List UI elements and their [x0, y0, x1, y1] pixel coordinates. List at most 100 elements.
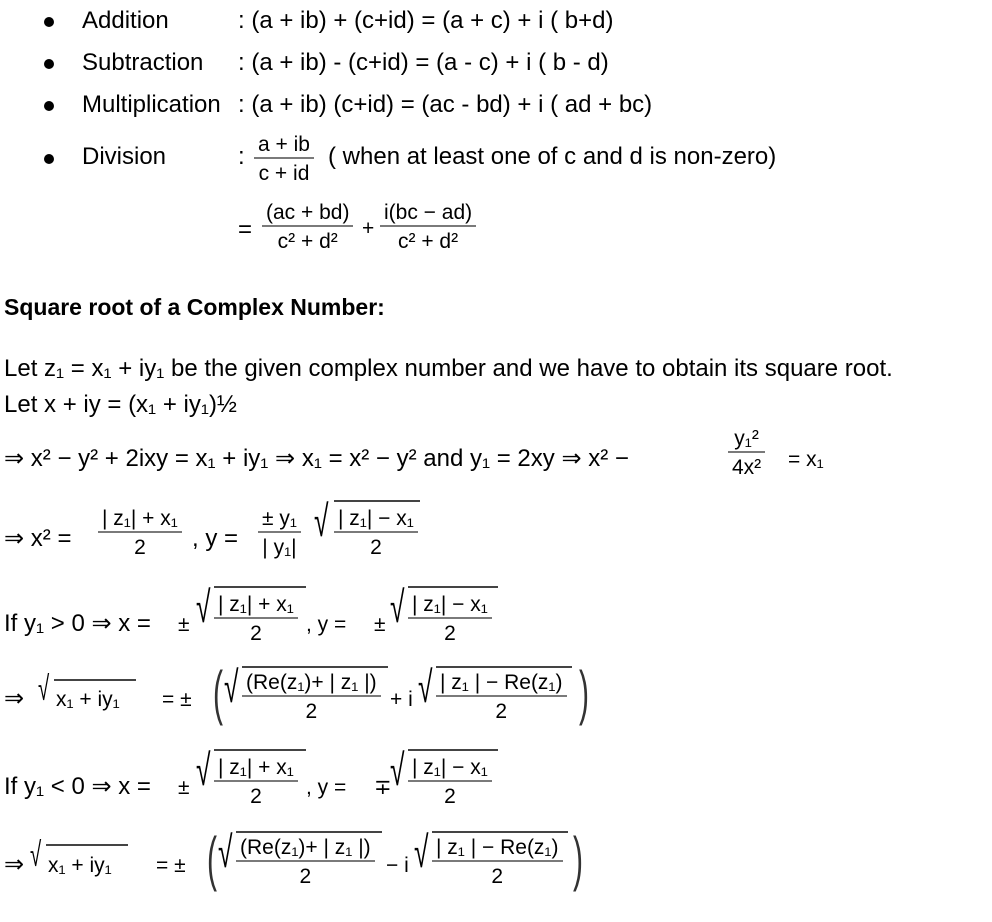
- case-condition: If y₁ > 0 ⇒ x =: [4, 610, 151, 637]
- result-fraction-2: i(bc − ad) c² + d²: [380, 201, 477, 253]
- sqrt-overline: [54, 679, 136, 681]
- operation-label: Division: [82, 143, 167, 170]
- result-equals: = ±: [162, 688, 192, 711]
- operation-label: Multiplication: [82, 91, 221, 118]
- right-paren: ): [578, 659, 589, 726]
- fraction-denominator: 2: [495, 699, 508, 723]
- y-prefix: , y =: [192, 525, 239, 552]
- operator: + i: [390, 688, 413, 711]
- sqrt-icon: √: [196, 583, 211, 632]
- fraction-denominator: 2: [134, 535, 146, 559]
- operation-formula: : (a + ib) (c+id) = (ac - bd) + i ( ad +…: [238, 91, 653, 118]
- x-sign: ±: [178, 776, 190, 799]
- sqrt-icon: √: [196, 746, 211, 795]
- plus-sign: +: [362, 217, 375, 240]
- bullet-icon: [44, 101, 54, 111]
- derivation-rhs: = x₁: [788, 448, 824, 471]
- imag-part-fraction: | z₁ | − Re(z₁) 2: [432, 837, 563, 887]
- y-sign: ∓: [374, 776, 392, 799]
- result-equals: = ±: [156, 854, 186, 877]
- section-heading: Square root of a Complex Number:: [4, 294, 385, 320]
- fraction-denominator: 2: [299, 864, 312, 888]
- fraction-numerator: | z₁| − x₁: [338, 507, 414, 530]
- result-fraction-1: (ac + bd) c² + d²: [262, 201, 354, 253]
- sqrt-overline: [214, 586, 306, 588]
- sqrt-overline: [46, 844, 128, 846]
- sqrt-overline: [214, 749, 306, 751]
- sqrt-overline: [408, 586, 498, 588]
- sqrt-overline: [436, 666, 572, 668]
- sqrt-overline: [242, 666, 388, 668]
- fraction-numerator: (ac + bd): [266, 201, 350, 224]
- fraction-numerator: | z₁| − x₁: [412, 593, 488, 616]
- left-paren: (: [206, 825, 217, 892]
- sqrt-icon: √: [224, 663, 239, 712]
- fraction-denominator: 2: [370, 535, 382, 559]
- derivation-line: ⇒ x² − y² + 2ixy = x₁ + iy₁ ⇒ x₁ = x² − …: [4, 445, 629, 472]
- bullet-icon: [44, 17, 54, 27]
- fraction-denominator: c² + d²: [398, 229, 459, 253]
- bullet-icon: [44, 59, 54, 69]
- sqrt-overline: [236, 831, 382, 833]
- result-radicand: x₁ + iy₁: [56, 688, 120, 711]
- division-fraction: a + ib c + id: [254, 134, 314, 184]
- y-label: , y =: [306, 776, 347, 799]
- bullet-icon: [44, 154, 54, 164]
- sqrt-icon: √: [314, 497, 329, 546]
- right-paren: ): [572, 825, 583, 892]
- fraction-denominator: 2: [250, 621, 262, 645]
- operation-formula: : (a + ib) + (c+id) = (a + c) + i ( b+d): [238, 7, 614, 34]
- fraction-denominator: c + id: [258, 161, 310, 185]
- fraction-denominator: 2: [250, 784, 262, 808]
- sqrt-icon: √: [390, 583, 405, 632]
- y-fraction: | z₁| − x₁ 2: [408, 594, 492, 644]
- sqrt-icon: √: [390, 746, 405, 795]
- operator: − i: [386, 854, 409, 877]
- intro-line-2: Let x + iy = (x₁ + iy₁)½: [4, 391, 237, 418]
- x-squared-fraction: | z₁| + x₁ 2: [98, 508, 182, 558]
- fraction-denominator: | y₁|: [262, 535, 297, 559]
- fraction-numerator: y₁²: [734, 427, 759, 450]
- fraction-denominator: c² + d²: [277, 229, 338, 253]
- x-fraction: | z₁| + x₁ 2: [214, 594, 298, 644]
- y-sqrt-fraction: | z₁| − x₁ 2: [334, 508, 418, 558]
- fraction-numerator: | z₁ | − Re(z₁): [436, 836, 559, 859]
- fraction-numerator: | z₁| + x₁: [218, 593, 294, 616]
- y-sign-fraction: ± y₁ | y₁|: [258, 508, 301, 558]
- fraction-numerator: | z₁| − x₁: [412, 756, 488, 779]
- sqrt-icon: √: [418, 663, 433, 712]
- real-part-fraction: (Re(z₁)+ | z₁ |) 2: [242, 672, 381, 722]
- left-paren: (: [212, 659, 223, 726]
- fraction-denominator: 2: [305, 699, 318, 723]
- result-radicand: x₁ + iy₁: [48, 854, 112, 877]
- sqrt-icon: √: [30, 836, 42, 874]
- intro-line-1: Let z₁ = x₁ + iy₁ be the given complex n…: [4, 355, 893, 382]
- sqrt-icon: √: [38, 670, 50, 708]
- division-note: ( when at least one of c and d is non-ze…: [328, 143, 777, 170]
- fraction-numerator: i(bc − ad): [384, 201, 473, 224]
- fraction-numerator: a + ib: [258, 133, 310, 156]
- sqrt-icon: √: [218, 828, 233, 877]
- operation-formula: : (a + ib) - (c+id) = (a - c) + i ( b - …: [238, 49, 609, 76]
- fraction-numerator: ± y₁: [262, 507, 297, 530]
- fraction-numerator: | z₁| + x₁: [102, 507, 178, 530]
- y-label: , y =: [306, 613, 347, 636]
- equals-sign: =: [238, 216, 253, 243]
- fraction-denominator: 4x²: [732, 455, 762, 479]
- sqrt-icon: √: [414, 828, 429, 877]
- imag-part-fraction: | z₁ | − Re(z₁) 2: [436, 672, 567, 722]
- derivation-fraction: y₁² 4x²: [728, 427, 766, 479]
- x-squared-prefix: ⇒ x² =: [4, 525, 72, 552]
- y-sign: ±: [374, 613, 386, 636]
- real-part-fraction: (Re(z₁)+ | z₁ |) 2: [236, 837, 375, 887]
- sqrt-overline: [432, 831, 568, 833]
- fraction-numerator: (Re(z₁)+ | z₁ |): [240, 836, 371, 859]
- fraction-denominator: 2: [491, 864, 504, 888]
- operation-label: Subtraction: [82, 49, 204, 76]
- fraction-numerator: | z₁ | − Re(z₁): [440, 671, 563, 694]
- fraction-numerator: (Re(z₁)+ | z₁ |): [246, 671, 377, 694]
- operation-label: Addition: [82, 7, 169, 34]
- y-fraction: | z₁| − x₁ 2: [408, 757, 492, 807]
- x-sign: ±: [178, 613, 190, 636]
- sqrt-overline: [334, 500, 420, 502]
